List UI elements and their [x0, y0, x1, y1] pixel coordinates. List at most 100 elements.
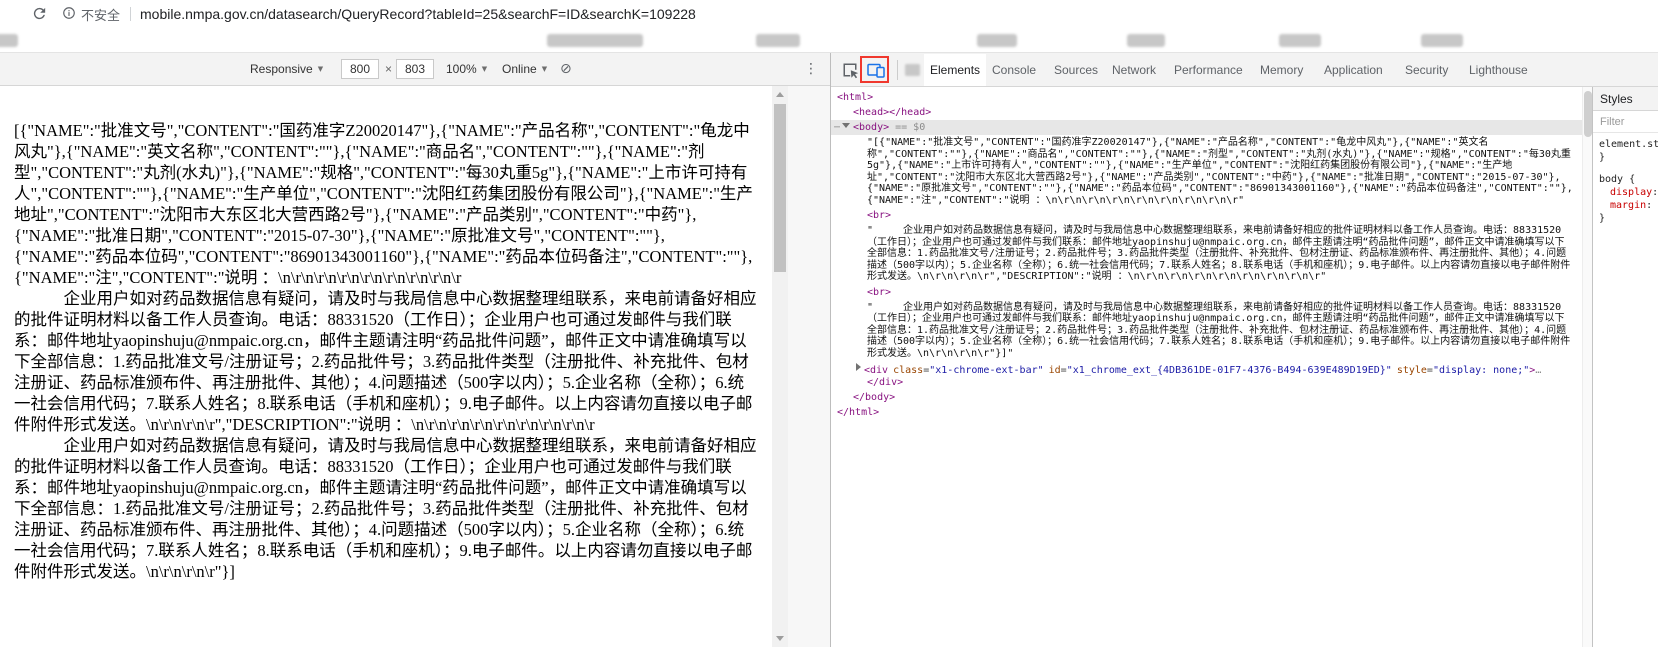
tab-sources[interactable]: Sources — [1048, 54, 1104, 86]
inspect-element-button[interactable] — [837, 57, 863, 83]
br-tag: <br> — [867, 286, 892, 298]
chevron-down-icon: ▼ — [541, 65, 548, 73]
dom-node-br[interactable]: <br> — [831, 208, 1592, 223]
chevron-down-icon: ▼ — [317, 65, 324, 73]
text-node-quote: " — [1320, 271, 1327, 282]
styles-filter-input[interactable]: Filter — [1593, 111, 1658, 133]
tab-console[interactable]: Console — [986, 54, 1042, 86]
dom-node-html-close[interactable]: </html> — [831, 405, 1592, 420]
browser-window: 不安全 mobile.nmpa.gov.cn/datasearch/QueryR… — [0, 0, 1658, 647]
redacted-bookmark[interactable] — [1279, 34, 1321, 47]
page-scrollbar-thumb[interactable] — [774, 104, 786, 272]
devtools-toolbar: Elements Console Sources Network Perform… — [831, 53, 1658, 87]
collapsed-content-ellipsis[interactable]: … — [1535, 365, 1541, 376]
page-description-paragraph: 企业用户如对药品数据信息有疑问，请及时与我局信息中心数据整理组联系，来电前请备好… — [14, 436, 757, 581]
div-close-tag: </div> — [867, 376, 904, 388]
dom-node-head[interactable]: <head></head> — [831, 105, 1592, 120]
text-node-quote: " — [1007, 347, 1014, 359]
tab-styles[interactable]: Styles — [1593, 87, 1633, 110]
device-toolbar-toggle-button[interactable] — [863, 57, 889, 83]
brace: { — [1629, 174, 1636, 185]
page-viewport: [{"NAME":"批准文号","CONTENT":"国药准字Z20020147… — [0, 86, 788, 647]
dom-node-body-close[interactable]: </body> — [831, 390, 1592, 405]
device-toolbar-menu-button[interactable]: ⋮ — [804, 53, 818, 86]
tab-lighthouse[interactable]: Lighthouse — [1463, 54, 1534, 86]
attr-style-value: "display: none;" — [1432, 365, 1530, 376]
device-type-value: Responsive — [250, 62, 313, 76]
device-mode-canvas-gap — [788, 86, 830, 647]
redacted-bookmark[interactable] — [977, 34, 1017, 47]
selector-body: body — [1599, 174, 1624, 185]
viewport-width-input[interactable]: 800 — [341, 59, 379, 79]
text-node-quote: " — [1238, 194, 1245, 206]
page-scrollbar[interactable] — [772, 86, 788, 647]
tab-security[interactable]: Security — [1399, 54, 1454, 86]
tab-performance[interactable]: Performance — [1168, 54, 1249, 86]
redacted-bookmark[interactable] — [547, 34, 643, 47]
scroll-down-icon[interactable] — [776, 636, 784, 641]
tab-elements[interactable]: Elements — [924, 54, 987, 86]
tab-network[interactable]: Network — [1106, 54, 1162, 86]
attr-style-name: style — [1396, 365, 1427, 376]
security-label: 不安全 — [81, 7, 121, 23]
property-value: : block; — [1652, 187, 1658, 198]
zoom-select[interactable]: 100% ▼ — [446, 53, 487, 86]
devtools-panel: Elements Console Sources Network Perform… — [830, 53, 1658, 647]
styles-rules: element.style { } body { display: block;… — [1593, 133, 1658, 225]
node-menu-icon[interactable]: ⋯ — [834, 120, 840, 135]
html-open-tag: <html> — [837, 92, 874, 103]
dom-text-node[interactable]: "[{"NAME":"批准文号","CONTENT":"国药准字Z2002014… — [831, 135, 1592, 208]
reload-icon — [31, 7, 48, 25]
rule-body-close: } — [1599, 212, 1658, 225]
div-open-tag: <div — [864, 365, 889, 376]
redacted-extension-tab[interactable] — [905, 64, 920, 76]
device-emulation-pane: Responsive ▼ 800 × 803 100% ▼ Online ▼ ⊘ ⋮ … — [0, 53, 830, 647]
attr-class-name: class — [893, 365, 924, 376]
rule-element-style-open[interactable]: element.style { — [1599, 138, 1658, 151]
dom-tree-scrollbar-thumb[interactable] — [1584, 91, 1592, 137]
dom-node-html-open[interactable]: <html> — [831, 90, 1592, 105]
brace: } — [1599, 213, 1606, 224]
redacted-bookmark[interactable] — [1127, 34, 1165, 47]
dom-text-node[interactable]: " 企业用户如对药品数据信息有疑问，请及时与我局信息中心数据整理组联系，来电前请… — [831, 300, 1592, 362]
redacted-bookmark[interactable] — [1421, 34, 1463, 47]
elements-panel-body: <html> <head></head> ⋯ <body> == $0 "[{"NA… — [831, 87, 1658, 647]
throttling-value: Online — [502, 62, 537, 76]
page-note-paragraph: 企业用户如对药品数据信息有疑问，请及时与我局信息中心数据整理组联系，来电前请备好… — [14, 289, 757, 434]
dom-node-extension-div[interactable]: <div class="x1-chrome-ext-bar" id="x1_chro… — [831, 361, 1592, 390]
browser-toolbar: 不安全 mobile.nmpa.gov.cn/datasearch/QueryR… — [0, 0, 1658, 28]
site-security-info[interactable]: 不安全 — [62, 0, 120, 28]
redacted-bookmark[interactable] — [756, 34, 800, 47]
tab-memory[interactable]: Memory — [1254, 54, 1309, 86]
styles-filter-placeholder: Filter — [1600, 116, 1625, 128]
css-property-margin[interactable]: margin: 8px; — [1599, 199, 1658, 212]
property-name: margin — [1610, 200, 1647, 211]
dom-node-body-open[interactable]: ⋯ <body> == $0 — [831, 120, 1592, 135]
expand-arrow-icon[interactable] — [856, 363, 861, 371]
collapse-arrow-icon[interactable] — [842, 123, 850, 128]
css-property-display[interactable]: display: block; — [1599, 186, 1658, 199]
dom-text-node[interactable]: " 企业用户如对药品数据信息有疑问，请及时与我局信息中心数据整理组联系，来电前请… — [831, 223, 1592, 285]
selected-node-marker: == $0 — [895, 122, 926, 133]
page-json-text: [{"NAME":"批准文号","CONTENT":"国药准字Z20020147… — [14, 121, 753, 287]
rotate-disabled-icon: ⊘ — [560, 61, 572, 77]
toolbar-separator — [897, 60, 898, 80]
body-open-tag: <body> — [853, 122, 890, 133]
reload-button[interactable] — [28, 4, 50, 26]
zoom-value: 100% — [446, 62, 477, 76]
device-type-select[interactable]: Responsive ▼ — [250, 53, 323, 86]
dom-node-br[interactable]: <br> — [831, 285, 1592, 300]
text-node-content: 企业用户如对药品数据信息有疑问，请及时与我局信息中心数据整理组联系，来电前请备好… — [867, 225, 1571, 282]
rule-body-open[interactable]: body { — [1599, 173, 1658, 186]
url-text[interactable]: mobile.nmpa.gov.cn/datasearch/QueryRecor… — [140, 0, 696, 28]
redacted-bookmark[interactable] — [0, 34, 18, 47]
dimension-separator: × — [385, 62, 393, 76]
body-close-tag: </body> — [853, 392, 896, 403]
throttling-select[interactable]: Online ▼ — [502, 53, 547, 86]
tab-application[interactable]: Application — [1318, 54, 1389, 86]
inspect-cursor-icon — [840, 63, 860, 83]
dom-tree-scrollbar[interactable] — [1582, 87, 1592, 647]
scroll-up-icon[interactable] — [776, 92, 784, 97]
viewport-height-input[interactable]: 803 — [396, 59, 434, 79]
head-close-tag: </head> — [889, 107, 932, 118]
